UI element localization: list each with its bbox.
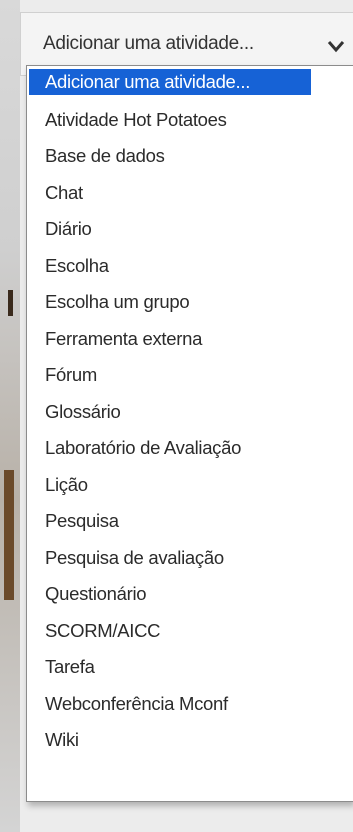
select-current-value: Adicionar uma atividade...: [43, 33, 254, 54]
option-base-de-dados[interactable]: Base de dados: [29, 139, 311, 172]
option-licao[interactable]: Lição: [29, 468, 311, 501]
option-questionario[interactable]: Questionário: [29, 577, 311, 610]
option-diario[interactable]: Diário: [29, 212, 311, 245]
option-tarefa[interactable]: Tarefa: [29, 650, 311, 683]
option-wiki[interactable]: Wiki: [29, 723, 311, 756]
chevron-down-icon[interactable]: [327, 39, 345, 53]
background-page-strip: [0, 0, 20, 832]
option-scorm-aicc[interactable]: SCORM/AICC: [29, 614, 311, 647]
option-adicionar-atividade[interactable]: Adicionar uma atividade...: [29, 69, 311, 95]
option-webconferencia-mconf[interactable]: Webconferência Mconf: [29, 687, 311, 720]
option-hot-potatoes[interactable]: Atividade Hot Potatoes: [29, 103, 311, 136]
background-image-fragment: [4, 470, 14, 600]
option-forum[interactable]: Fórum: [29, 358, 311, 391]
option-escolha[interactable]: Escolha: [29, 249, 311, 282]
screen: Adicionar uma atividade... Adicionar uma…: [0, 0, 353, 832]
option-escolha-um-grupo[interactable]: Escolha um grupo: [29, 285, 311, 318]
option-chat[interactable]: Chat: [29, 176, 311, 209]
option-pesquisa[interactable]: Pesquisa: [29, 504, 311, 537]
activity-dropdown-list: Adicionar uma atividade... Atividade Hot…: [26, 65, 353, 802]
option-laboratorio-de-avaliacao[interactable]: Laboratório de Avaliação: [29, 431, 311, 464]
background-mark: [8, 290, 13, 316]
option-glossario[interactable]: Glossário: [29, 395, 311, 428]
option-ferramenta-externa[interactable]: Ferramenta externa: [29, 322, 311, 355]
option-pesquisa-de-avaliacao[interactable]: Pesquisa de avaliação: [29, 541, 311, 574]
